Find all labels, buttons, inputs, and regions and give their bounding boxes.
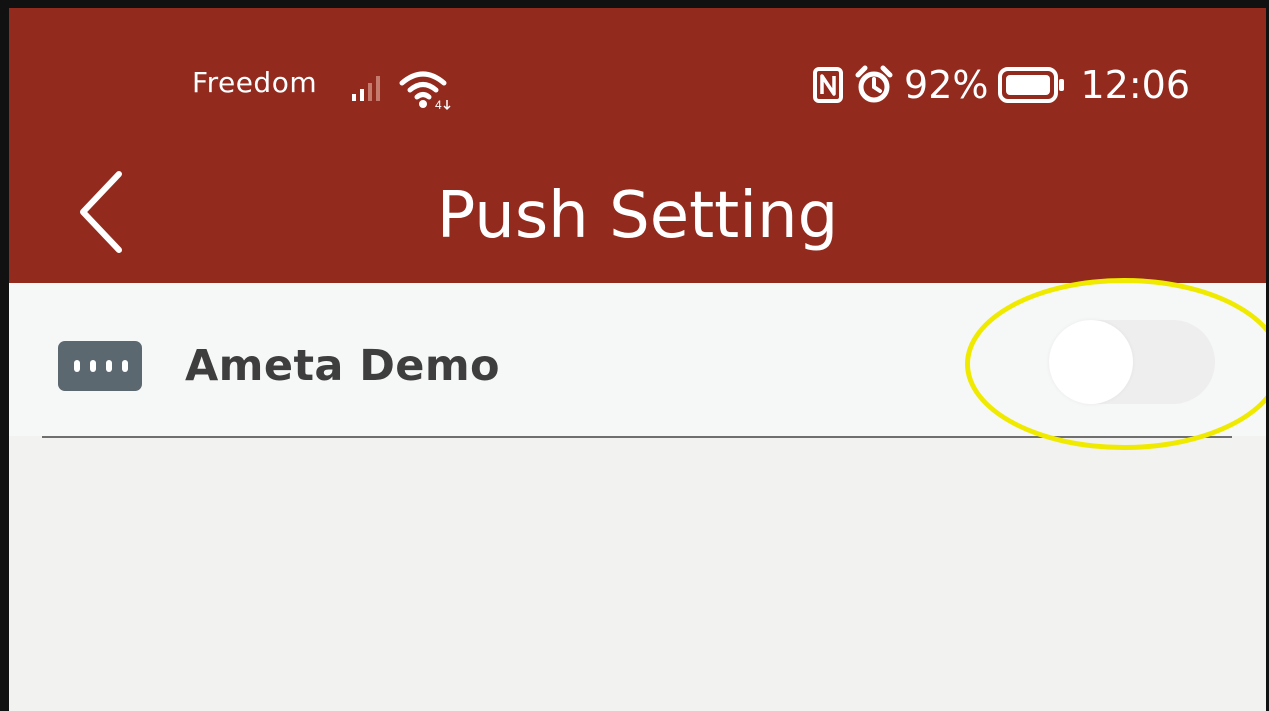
battery-percent: 92% [904,63,989,107]
row-divider [42,436,1232,438]
app-bar: Freedom 4 92% 12:06 Push Setting [9,8,1266,283]
phone-screen: Freedom 4 92% 12:06 Push Setting Ameta D… [0,0,1269,711]
toggle-knob [1049,320,1133,404]
carrier-name: Freedom [192,66,318,99]
push-toggle[interactable] [1049,320,1215,404]
alarm-icon [854,65,894,105]
device-name: Ameta Demo [185,341,500,391]
device-row: Ameta Demo [9,283,1266,436]
nfc-icon [812,66,844,104]
svg-text:4: 4 [435,98,442,111]
signal-bars-icon [345,74,391,111]
status-bar: Freedom 4 92% 12:06 [9,60,1266,112]
wifi-icon: 4 [396,69,454,118]
device-icon [58,341,142,391]
status-time: 12:06 [1080,63,1190,107]
status-right-group: 92% 12:06 [812,61,1190,109]
battery-icon [998,66,1066,104]
page-title: Push Setting [436,179,839,253]
